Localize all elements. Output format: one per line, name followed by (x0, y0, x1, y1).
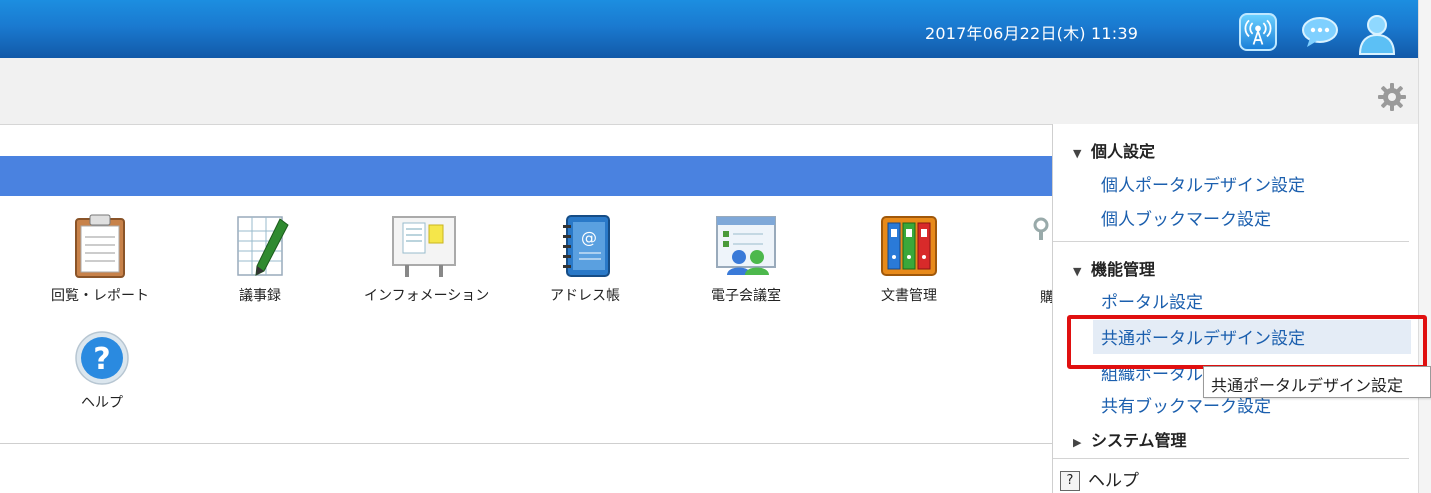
app-address-book[interactable]: @ アドレス帳 (525, 213, 645, 305)
menu-item-personal-portal-design[interactable]: 個人ポータルデザイン設定 (1101, 171, 1305, 196)
conference-room-icon (716, 216, 776, 275)
app-label: ヘルプ (81, 395, 123, 411)
expand-triangle-icon: ▼ (1073, 147, 1082, 160)
app-label: インフォメーション (364, 288, 490, 304)
settings-dropdown-menu: ▼ 個人設定 個人ポータルデザイン設定 個人ブックマーク設定 ▼ 機能管理 ポータル… (1052, 124, 1418, 493)
portal-header-bar (0, 156, 1070, 196)
broadcast-icon[interactable] (1239, 13, 1277, 51)
top-header: 2017年06月22日(木) 11:39 (0, 0, 1431, 58)
tooltip: 共通ポータルデザイン設定 (1203, 366, 1431, 398)
bulletin-board-icon (392, 216, 456, 277)
address-book-icon: @ (563, 215, 610, 277)
app-label: 文書管理 (881, 288, 937, 304)
binders-icon (881, 216, 937, 276)
datetime: 2017年06月22日(木) 11:39 (925, 24, 1139, 43)
app-information[interactable]: インフォメーション (364, 213, 490, 305)
gear-icon[interactable] (1377, 82, 1407, 112)
app-conference-room[interactable]: 電子会議室 (686, 213, 806, 305)
menu-section-function[interactable]: ▼ 機能管理 (1073, 256, 1155, 280)
app-document-management[interactable]: 文書管理 (849, 213, 969, 305)
menu-divider (1053, 458, 1409, 459)
content-divider (0, 443, 1052, 444)
app-label: 回覧・レポート (51, 288, 149, 304)
svg-text:?: ? (93, 342, 110, 377)
partial-app-icon (1030, 216, 1052, 240)
menu-section-system[interactable]: ▶ システム管理 (1073, 427, 1187, 451)
app-minutes[interactable]: 議事録 (200, 213, 320, 305)
collapse-triangle-icon: ▶ (1073, 436, 1082, 449)
expand-triangle-icon: ▼ (1073, 265, 1082, 278)
clipboard-icon (75, 214, 125, 278)
app-label: 電子会議室 (711, 288, 781, 304)
svg-text:@: @ (581, 228, 597, 247)
window-edge (1418, 0, 1431, 493)
chat-icon[interactable] (1300, 16, 1340, 48)
minutes-icon (237, 216, 289, 276)
help-icon: ? (75, 331, 129, 385)
help-icon: ? (1060, 471, 1080, 491)
app-label: 議事録 (239, 288, 281, 304)
highlight-annotation-box (1067, 315, 1427, 369)
menu-item-help[interactable]: ? ヘルプ (1060, 466, 1139, 491)
menu-help-label: ヘルプ (1088, 471, 1139, 491)
user-icon[interactable] (1356, 14, 1396, 56)
menu-divider (1053, 241, 1409, 242)
app-label: アドレス帳 (550, 288, 620, 304)
app-circulation-report[interactable]: 回覧・レポート (40, 213, 160, 305)
menu-item-portal-settings[interactable]: ポータル設定 (1101, 288, 1203, 313)
app-help[interactable]: ? ヘルプ (42, 330, 162, 412)
partial-app-label: 購 (1040, 290, 1052, 306)
menu-item-personal-bookmark[interactable]: 個人ブックマーク設定 (1101, 205, 1271, 230)
sub-toolbar (0, 58, 1418, 125)
menu-section-personal[interactable]: ▼ 個人設定 (1073, 138, 1155, 162)
